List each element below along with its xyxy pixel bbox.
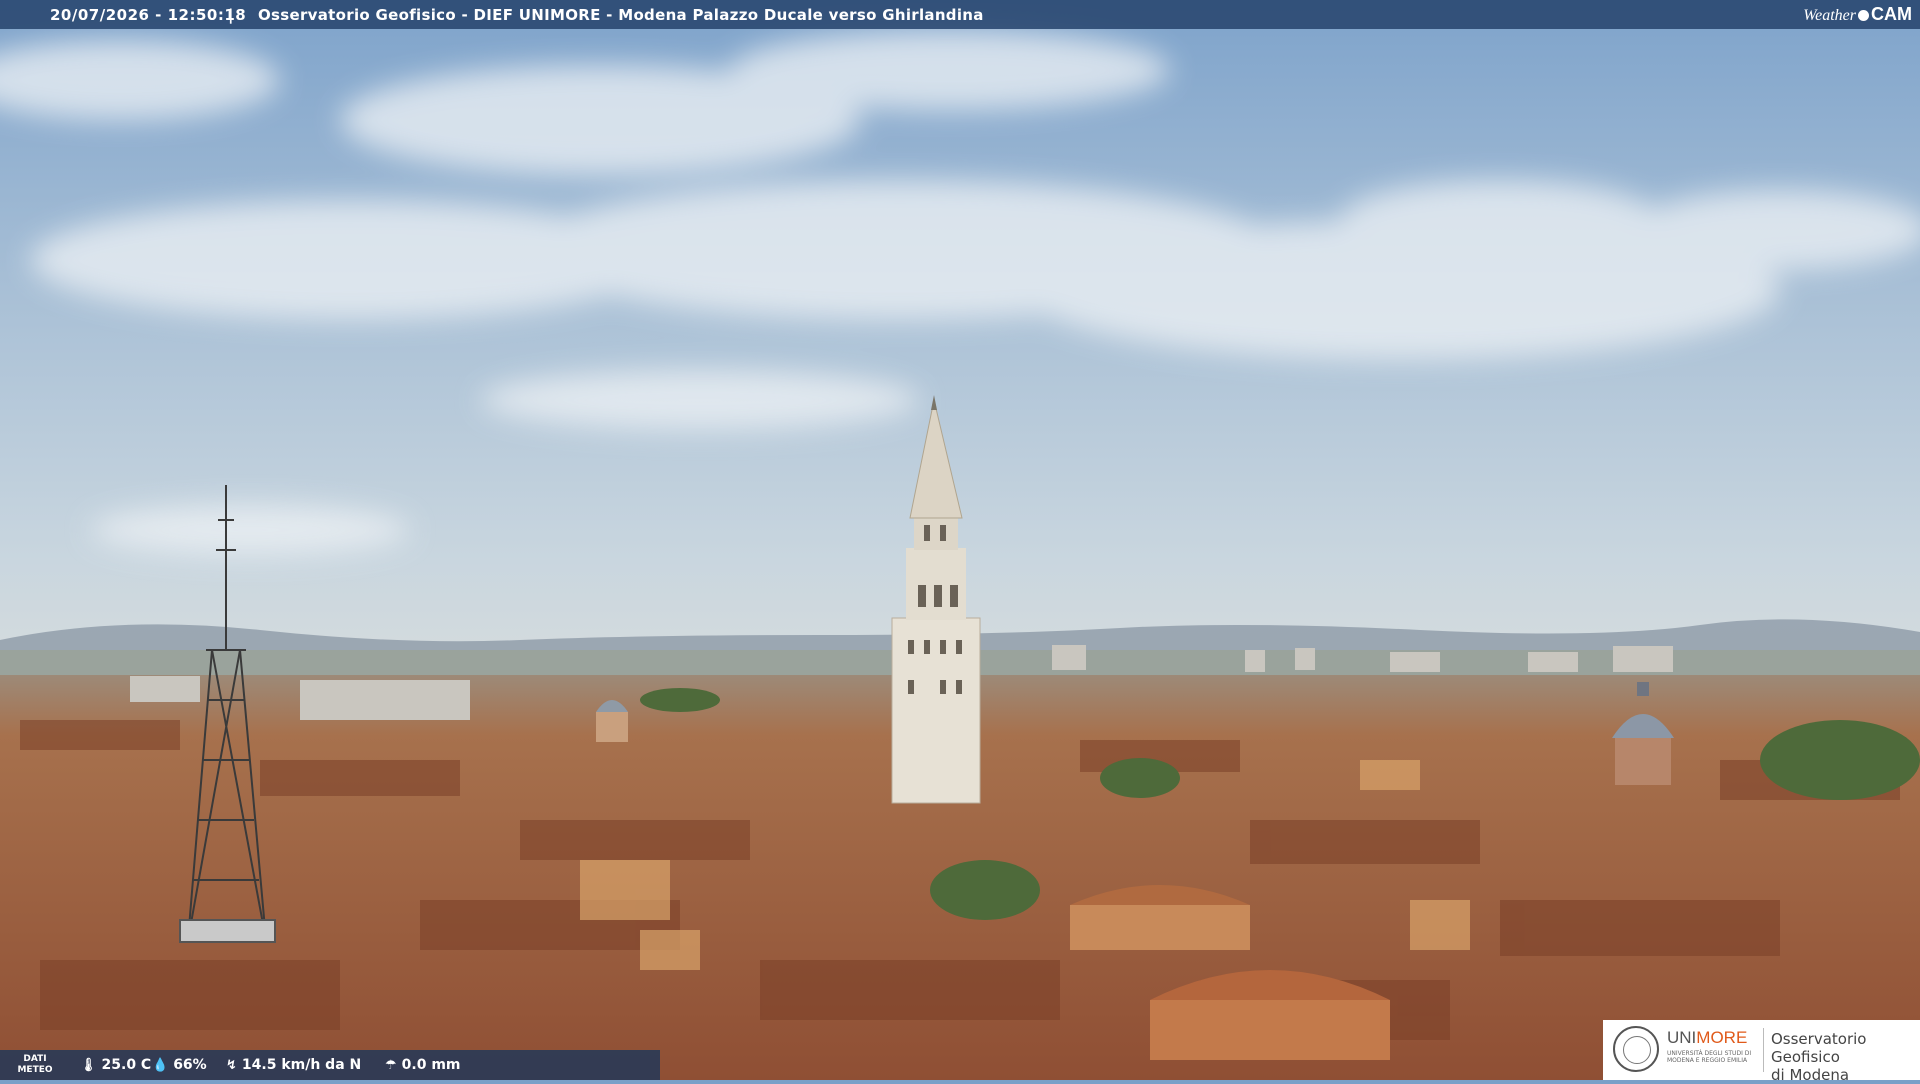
humidity-value: 66%	[173, 1057, 207, 1073]
temperature-reading: 🌡 25.0 C	[80, 1057, 151, 1073]
observatory-line1: Osservatorio Geofisico	[1771, 1030, 1867, 1066]
rain-value: 0.0 mm	[401, 1057, 461, 1073]
weather-label: DATI METEO	[14, 1054, 56, 1076]
logo-divider	[1763, 1028, 1764, 1072]
brand-dot-icon	[1858, 10, 1869, 21]
rain-icon: ☂	[385, 1058, 397, 1073]
thermometer-icon: 🌡	[80, 1058, 97, 1073]
unimore-subtitle: UNIVERSITÀ DEGLI STUDI DI MODENA E REGGI…	[1667, 1050, 1752, 1064]
rain-reading: ☂ 0.0 mm	[385, 1057, 461, 1073]
unimore-wordmark: UNIMORE	[1667, 1028, 1748, 1047]
brand-weather-text: Weather	[1803, 7, 1856, 24]
dome-small-left	[596, 700, 628, 742]
webcam-scene	[0, 0, 1920, 1080]
unimore-logo: UNIMORE UNIVERSITÀ DEGLI STUDI DI MODENA…	[1603, 1020, 1920, 1084]
wind-value: 14.5 km/h da N	[241, 1057, 362, 1073]
weathercam-logo: Weather CAM	[1803, 4, 1912, 25]
temperature-value: 25.0 C	[101, 1057, 152, 1073]
timestamp: 20/07/2026 - 12:50:18	[50, 6, 247, 24]
wind-reading: ↯ 14.5 km/h da N	[226, 1057, 361, 1073]
title-separator: |	[228, 6, 234, 24]
weather-data-bar: DATI METEO 🌡 25.0 C 💧 66% ↯ 14.5 km/h da N …	[0, 1050, 660, 1080]
observatory-name: Osservatorio Geofisico di Modena	[1771, 1030, 1920, 1084]
info-bar: 20/07/2026 - 12:50:18 | Osservatorio Geo…	[0, 0, 1920, 29]
wind-icon: ↯	[226, 1058, 237, 1073]
humidity-reading: 💧 66%	[152, 1057, 207, 1073]
university-seal-icon	[1613, 1026, 1659, 1072]
camera-title: Osservatorio Geofisico - DIEF UNIMORE - …	[258, 6, 984, 24]
humidity-drop-icon: 💧	[152, 1058, 169, 1073]
weather-label-line2: METEO	[17, 1065, 53, 1075]
observatory-line2: di Modena	[1771, 1066, 1850, 1084]
brand-cam-text: CAM	[1871, 4, 1912, 24]
weather-label-line1: DATI	[23, 1054, 47, 1064]
